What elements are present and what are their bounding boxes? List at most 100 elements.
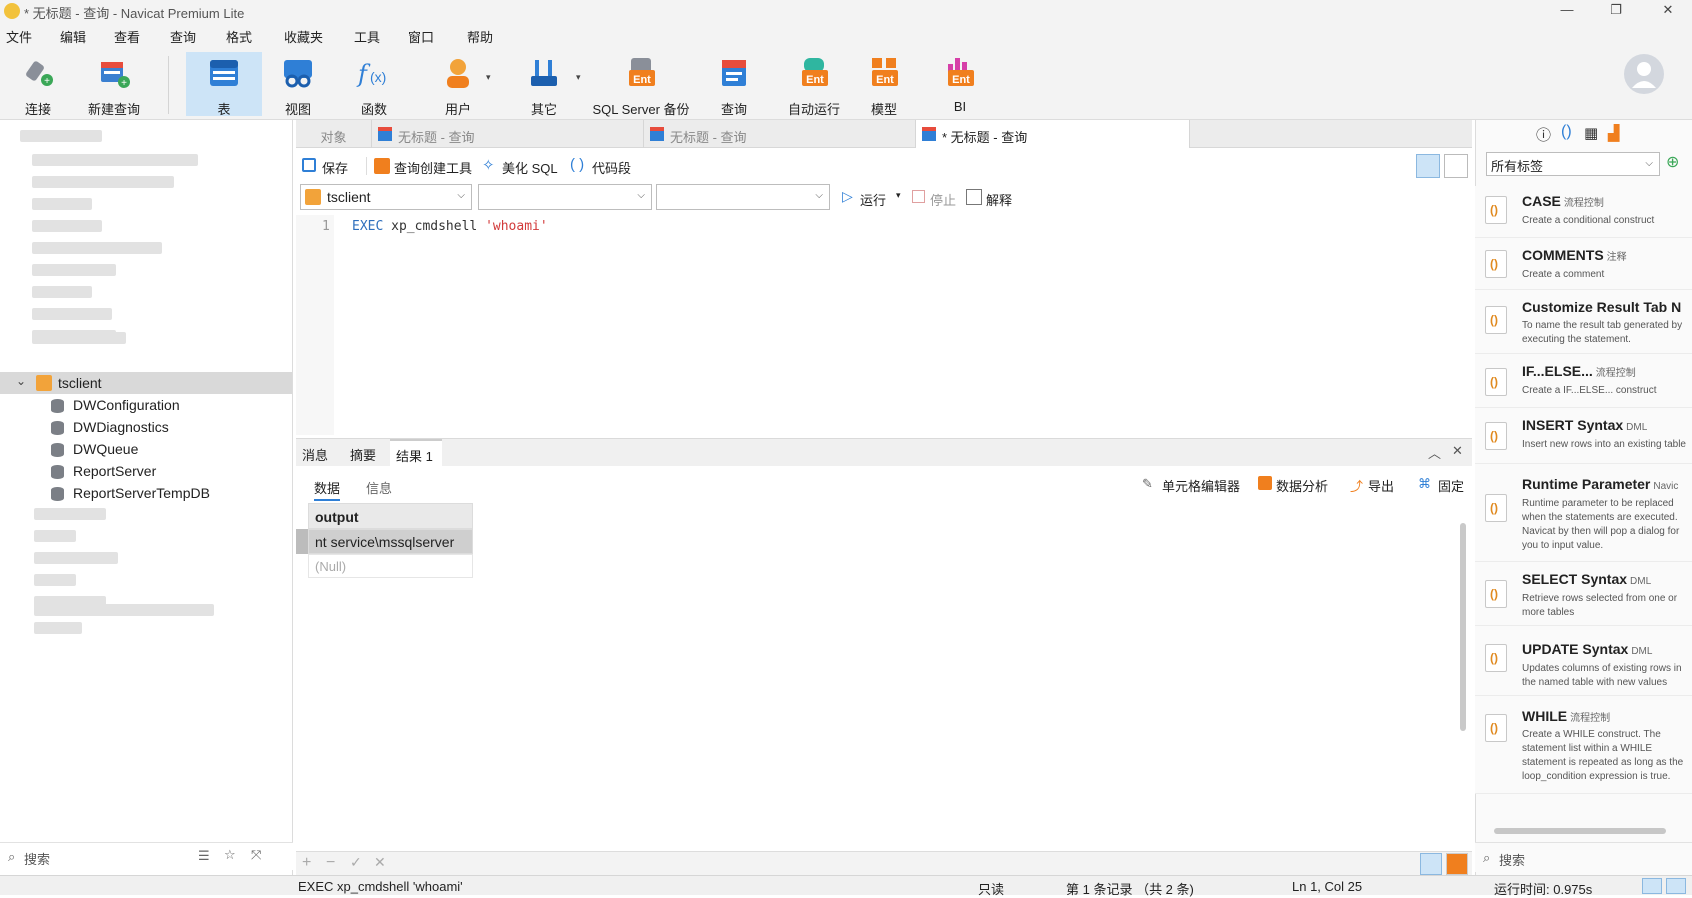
close-button[interactable]: ✕ (1654, 2, 1682, 20)
tree-connection[interactable]: ⌄ tsclient (0, 372, 292, 394)
close-panel-icon[interactable]: ✕ (1452, 443, 1463, 459)
sql-editor[interactable] (296, 215, 1472, 435)
minimize-button[interactable]: — (1553, 2, 1581, 20)
data-analysis-button[interactable]: 数据分析 (1276, 476, 1328, 495)
user-button[interactable]: 用户 ▾ (430, 52, 491, 117)
tab-data[interactable]: 数据 (314, 478, 341, 501)
auto-run-button[interactable]: Ent 自动运行 (778, 52, 850, 117)
code-snippet-button[interactable]: 代码段 (592, 158, 631, 177)
maximize-button[interactable]: ❐ (1602, 2, 1630, 20)
menu-query[interactable]: 查询 (170, 27, 196, 46)
star-icon[interactable]: ☆ (224, 847, 236, 863)
apply-icon[interactable]: ✓ (350, 854, 362, 871)
sql-server-backup-button[interactable]: Ent SQL Server 备份 (588, 52, 694, 117)
menu-help[interactable]: 帮助 (467, 27, 493, 46)
user-dropdown-icon[interactable]: ▾ (486, 72, 491, 83)
snippet-item[interactable]: () CASE 流程控制 Create a conditional constru… (1475, 186, 1692, 238)
form-view-icon[interactable] (1446, 853, 1468, 875)
other-button[interactable]: 其它 ▾ (516, 52, 581, 117)
chevron-down-icon[interactable]: ⌄ (16, 374, 26, 388)
snippet-item[interactable]: () Runtime Parameter Navic Runtime parame… (1475, 464, 1692, 562)
code-line[interactable]: EXEC xp_cmdshell 'whoami' (352, 219, 548, 234)
menu-format[interactable]: 格式 (226, 27, 252, 46)
tag-filter-select[interactable]: 所有标签 ⌵ (1486, 152, 1660, 176)
menu-file[interactable]: 文件 (6, 27, 32, 46)
tab-query-1[interactable]: 无标题 - 查询 (372, 120, 644, 148)
grid-view-icon[interactable] (1420, 853, 1442, 875)
snippet-search-input[interactable]: 搜索 (1499, 850, 1525, 869)
explain-button[interactable]: 解释 (986, 190, 1012, 209)
tree-database[interactable]: DWDiagnostics (0, 416, 292, 438)
table-cell[interactable]: nt service\mssqlserver (308, 529, 473, 554)
chart-icon[interactable]: ▟ (1608, 124, 1620, 142)
snippet-item[interactable]: () WHILE 流程控制 Create a WHILE construct. T… (1475, 696, 1692, 794)
tab-query-2[interactable]: 无标题 - 查询 (644, 120, 916, 148)
tab-objects[interactable]: 对象 (296, 120, 372, 148)
table-button[interactable]: 表 (186, 52, 262, 117)
chevron-down-icon: ⌵ (815, 190, 823, 201)
cell-editor-button[interactable]: 单元格编辑器 (1162, 476, 1240, 495)
collapse-icon[interactable]: ⤧ (251, 847, 261, 863)
database-select[interactable]: ⌵ (478, 184, 652, 210)
table-cell[interactable]: (Null) (308, 554, 473, 578)
navigation-search-input[interactable]: 搜索 (24, 849, 50, 868)
snippet-item[interactable]: () UPDATE Syntax DML Updates columns of e… (1475, 626, 1692, 696)
query-builder-button[interactable]: 查询创建工具 (394, 158, 472, 177)
snippet-item[interactable]: () IF...ELSE... 流程控制 Create a IF...ELSE..… (1475, 354, 1692, 408)
view-button[interactable]: 视图 (270, 52, 326, 117)
export-button[interactable]: 导出 (1368, 476, 1394, 495)
schema-select[interactable]: ⌵ (656, 184, 830, 210)
menu-favorites[interactable]: 收藏夹 (284, 27, 323, 46)
snippet-item[interactable]: () SELECT Syntax DML Retrieve rows select… (1475, 562, 1692, 626)
function-button[interactable]: f (x) 函数 (346, 52, 402, 117)
beautify-sql-button[interactable]: 美化 SQL (502, 158, 558, 177)
column-header[interactable]: output (308, 503, 473, 529)
tab-result-1[interactable]: 结果 1 (390, 439, 442, 467)
menu-edit[interactable]: 编辑 (60, 27, 86, 46)
snippet-item[interactable]: () COMMENTS 注释 Create a comment (1475, 238, 1692, 290)
avatar[interactable] (1624, 54, 1664, 94)
other-dropdown-icon[interactable]: ▾ (576, 72, 581, 83)
model-button[interactable]: Ent 模型 (856, 52, 912, 117)
info-icon[interactable]: ⓘ (1536, 124, 1551, 145)
collapse-panel-icon[interactable]: ︿ (1428, 443, 1441, 462)
layout-horizontal-icon[interactable] (1416, 154, 1440, 178)
menu-tools[interactable]: 工具 (354, 27, 380, 46)
row-selector[interactable] (296, 529, 308, 554)
snippet-item[interactable]: () INSERT Syntax DML Insert new rows into… (1475, 408, 1692, 464)
stop-button[interactable]: 停止 (930, 190, 956, 209)
snippet-item[interactable]: () Customize Result Tab N To name the re… (1475, 290, 1692, 354)
panel-toggle-right-icon[interactable] (1666, 878, 1686, 894)
tab-summary[interactable]: 摘要 (350, 445, 376, 464)
vertical-scrollbar[interactable] (1460, 523, 1466, 731)
tab-info[interactable]: 信息 (366, 478, 392, 497)
code-snippet-icon[interactable]: () (1561, 123, 1572, 141)
svg-text:Ent: Ent (633, 74, 651, 86)
tree-database[interactable]: ReportServer (0, 460, 292, 482)
delete-row-icon[interactable]: − (326, 854, 335, 872)
save-button[interactable]: 保存 (322, 158, 348, 177)
bi-button[interactable]: Ent BI (932, 52, 988, 116)
tree-database[interactable]: DWConfiguration (0, 394, 292, 416)
query-button[interactable]: 查询 (706, 52, 762, 117)
connect-button[interactable]: + 连接 (10, 52, 66, 117)
panel-toggle-left-icon[interactable] (1642, 878, 1662, 894)
table-structure-icon[interactable]: ▦ (1584, 124, 1598, 142)
layout-vertical-icon[interactable] (1444, 154, 1468, 178)
add-row-icon[interactable]: + (302, 854, 311, 872)
filter-icon[interactable]: ☰ (198, 848, 210, 864)
menu-window[interactable]: 窗口 (408, 27, 434, 46)
pin-button[interactable]: 固定 (1438, 476, 1464, 495)
run-dropdown-icon[interactable]: ▾ (896, 190, 901, 201)
tree-database[interactable]: ReportServerTempDB (0, 482, 292, 504)
discard-icon[interactable]: ✕ (374, 854, 386, 871)
new-query-button[interactable]: + 新建查询 (82, 52, 146, 117)
connection-select[interactable]: tsclient ⌵ (300, 184, 472, 210)
tab-messages[interactable]: 消息 (302, 445, 328, 464)
horizontal-scrollbar[interactable] (1494, 828, 1666, 834)
menu-view[interactable]: 查看 (114, 27, 140, 46)
run-button[interactable]: 运行 (860, 190, 886, 209)
add-snippet-icon[interactable]: ⊕ (1666, 152, 1679, 172)
tab-query-3[interactable]: * 无标题 - 查询 (916, 120, 1190, 148)
tree-database[interactable]: DWQueue (0, 438, 292, 460)
